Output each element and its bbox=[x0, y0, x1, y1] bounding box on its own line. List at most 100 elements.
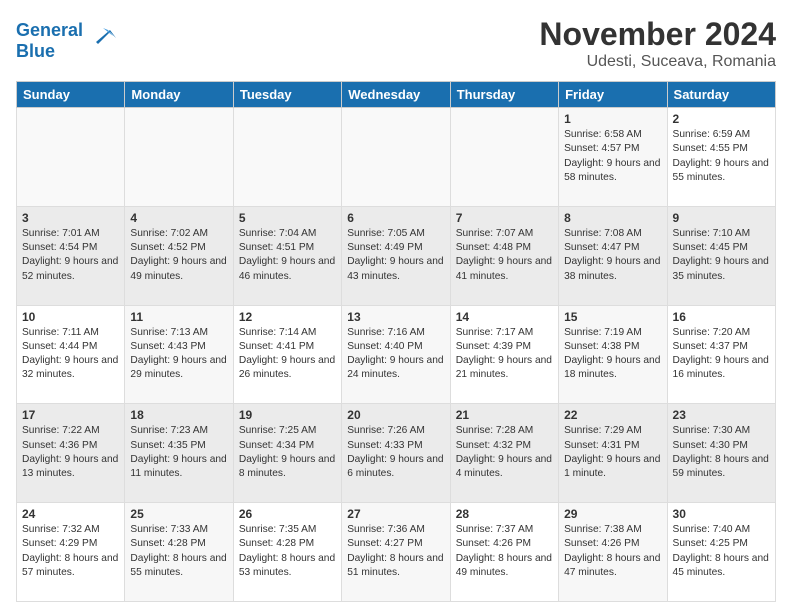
week-row-4: 17 Sunrise: 7:22 AM Sunset: 4:36 PM Dayli… bbox=[17, 404, 776, 503]
day-info: Sunrise: 7:08 AM Sunset: 4:47 PM Dayligh… bbox=[564, 227, 661, 284]
calendar-cell: 28 Sunrise: 7:37 AM Sunset: 4:26 PM Dayli… bbox=[450, 503, 558, 602]
calendar-cell: 23 Sunrise: 7:30 AM Sunset: 4:30 PM Dayli… bbox=[667, 404, 775, 503]
day-info: Sunrise: 7:25 AM Sunset: 4:34 PM Dayligh… bbox=[239, 424, 336, 481]
day-number: 8 bbox=[564, 211, 661, 225]
day-number: 18 bbox=[130, 408, 227, 422]
calendar-cell: 2 Sunrise: 6:59 AM Sunset: 4:55 PM Daylig… bbox=[667, 108, 775, 207]
day-info: Sunrise: 7:30 AM Sunset: 4:30 PM Dayligh… bbox=[673, 424, 770, 481]
title-section: November 2024 Udesti, Suceava, Romania bbox=[539, 16, 776, 71]
day-info: Sunrise: 7:28 AM Sunset: 4:32 PM Dayligh… bbox=[456, 424, 553, 481]
day-info: Sunrise: 7:33 AM Sunset: 4:28 PM Dayligh… bbox=[130, 523, 227, 580]
subtitle: Udesti, Suceava, Romania bbox=[539, 53, 776, 71]
calendar-cell: 14 Sunrise: 7:17 AM Sunset: 4:39 PM Dayli… bbox=[450, 305, 558, 404]
logo-content: General Blue bbox=[16, 20, 118, 61]
calendar-cell: 10Sunrise: 7:11 AM Sunset: 4:44 PM Dayli… bbox=[17, 305, 125, 404]
calendar-cell: 11 Sunrise: 7:13 AM Sunset: 4:43 PM Dayli… bbox=[125, 305, 233, 404]
calendar-cell: 7Sunrise: 7:07 AM Sunset: 4:48 PM Daylig… bbox=[450, 206, 558, 305]
col-wednesday: Wednesday bbox=[342, 82, 450, 108]
calendar-cell: 22 Sunrise: 7:29 AM Sunset: 4:31 PM Dayli… bbox=[559, 404, 667, 503]
day-number: 29 bbox=[564, 507, 661, 521]
col-thursday: Thursday bbox=[450, 82, 558, 108]
calendar-cell bbox=[450, 108, 558, 207]
day-info: Sunrise: 7:22 AM Sunset: 4:36 PM Dayligh… bbox=[22, 424, 119, 481]
calendar-cell bbox=[233, 108, 341, 207]
calendar-cell: 15Sunrise: 7:19 AM Sunset: 4:38 PM Dayli… bbox=[559, 305, 667, 404]
calendar-cell bbox=[17, 108, 125, 207]
calendar-cell: 18 Sunrise: 7:23 AM Sunset: 4:35 PM Dayli… bbox=[125, 404, 233, 503]
day-number: 2 bbox=[673, 112, 770, 126]
day-info: Sunrise: 7:36 AM Sunset: 4:27 PM Dayligh… bbox=[347, 523, 444, 580]
calendar-cell: 8 Sunrise: 7:08 AM Sunset: 4:47 PM Daylig… bbox=[559, 206, 667, 305]
day-info: Sunrise: 7:14 AM Sunset: 4:41 PM Dayligh… bbox=[239, 326, 336, 383]
day-number: 25 bbox=[130, 507, 227, 521]
week-row-5: 24 Sunrise: 7:32 AM Sunset: 4:29 PM Dayli… bbox=[17, 503, 776, 602]
day-number: 9 bbox=[673, 211, 770, 225]
day-info: Sunrise: 7:29 AM Sunset: 4:31 PM Dayligh… bbox=[564, 424, 661, 481]
day-info: Sunrise: 7:01 AM Sunset: 4:54 PM Dayligh… bbox=[22, 227, 119, 284]
day-number: 17 bbox=[22, 408, 119, 422]
col-tuesday: Tuesday bbox=[233, 82, 341, 108]
calendar-cell: 25 Sunrise: 7:33 AM Sunset: 4:28 PM Dayli… bbox=[125, 503, 233, 602]
calendar-cell: 17 Sunrise: 7:22 AM Sunset: 4:36 PM Dayli… bbox=[17, 404, 125, 503]
day-number: 30 bbox=[673, 507, 770, 521]
day-info: Sunrise: 7:38 AM Sunset: 4:26 PM Dayligh… bbox=[564, 523, 661, 580]
calendar-cell: 6 Sunrise: 7:05 AM Sunset: 4:49 PM Daylig… bbox=[342, 206, 450, 305]
calendar-cell: 26 Sunrise: 7:35 AM Sunset: 4:28 PM Dayli… bbox=[233, 503, 341, 602]
logo-text: General Blue bbox=[16, 20, 83, 61]
day-number: 11 bbox=[130, 310, 227, 324]
day-number: 24 bbox=[22, 507, 119, 521]
day-info: Sunrise: 7:35 AM Sunset: 4:28 PM Dayligh… bbox=[239, 523, 336, 580]
day-number: 13 bbox=[347, 310, 444, 324]
day-number: 14 bbox=[456, 310, 553, 324]
calendar-cell: 13 Sunrise: 7:16 AM Sunset: 4:40 PM Dayli… bbox=[342, 305, 450, 404]
day-info: Sunrise: 6:58 AM Sunset: 4:57 PM Dayligh… bbox=[564, 128, 661, 185]
day-info: Sunrise: 7:17 AM Sunset: 4:39 PM Dayligh… bbox=[456, 326, 553, 383]
day-info: Sunrise: 7:16 AM Sunset: 4:40 PM Dayligh… bbox=[347, 326, 444, 383]
calendar-cell: 27 Sunrise: 7:36 AM Sunset: 4:27 PM Dayli… bbox=[342, 503, 450, 602]
week-row-2: 3 Sunrise: 7:01 AM Sunset: 4:54 PM Daylig… bbox=[17, 206, 776, 305]
day-number: 19 bbox=[239, 408, 336, 422]
calendar-cell: 16 Sunrise: 7:20 AM Sunset: 4:37 PM Dayli… bbox=[667, 305, 775, 404]
day-info: Sunrise: 7:23 AM Sunset: 4:35 PM Dayligh… bbox=[130, 424, 227, 481]
week-row-1: 1 Sunrise: 6:58 AM Sunset: 4:57 PM Daylig… bbox=[17, 108, 776, 207]
calendar-cell: 4Sunrise: 7:02 AM Sunset: 4:52 PM Daylig… bbox=[125, 206, 233, 305]
logo-general: General bbox=[16, 20, 83, 40]
day-number: 21 bbox=[456, 408, 553, 422]
day-info: Sunrise: 7:19 AM Sunset: 4:38 PM Dayligh… bbox=[564, 326, 661, 383]
logo-icon bbox=[88, 20, 118, 55]
day-number: 22 bbox=[564, 408, 661, 422]
day-info: Sunrise: 6:59 AM Sunset: 4:55 PM Dayligh… bbox=[673, 128, 770, 185]
day-number: 23 bbox=[673, 408, 770, 422]
day-number: 3 bbox=[22, 211, 119, 225]
day-number: 28 bbox=[456, 507, 553, 521]
day-number: 20 bbox=[347, 408, 444, 422]
day-number: 27 bbox=[347, 507, 444, 521]
col-friday: Friday bbox=[559, 82, 667, 108]
day-info: Sunrise: 7:26 AM Sunset: 4:33 PM Dayligh… bbox=[347, 424, 444, 481]
day-info: Sunrise: 7:13 AM Sunset: 4:43 PM Dayligh… bbox=[130, 326, 227, 383]
day-info: Sunrise: 7:20 AM Sunset: 4:37 PM Dayligh… bbox=[673, 326, 770, 383]
calendar-cell: 9 Sunrise: 7:10 AM Sunset: 4:45 PM Daylig… bbox=[667, 206, 775, 305]
day-info: Sunrise: 7:32 AM Sunset: 4:29 PM Dayligh… bbox=[22, 523, 119, 580]
col-sunday: Sunday bbox=[17, 82, 125, 108]
page: General Blue November 2024 Udesti, Sucea… bbox=[0, 0, 792, 612]
day-info: Sunrise: 7:05 AM Sunset: 4:49 PM Dayligh… bbox=[347, 227, 444, 284]
header-row: Sunday Monday Tuesday Wednesday Thursday… bbox=[17, 82, 776, 108]
calendar-cell: 20 Sunrise: 7:26 AM Sunset: 4:33 PM Dayli… bbox=[342, 404, 450, 503]
day-number: 6 bbox=[347, 211, 444, 225]
calendar-table: Sunday Monday Tuesday Wednesday Thursday… bbox=[16, 81, 776, 602]
day-number: 1 bbox=[564, 112, 661, 126]
day-number: 16 bbox=[673, 310, 770, 324]
day-info: Sunrise: 7:37 AM Sunset: 4:26 PM Dayligh… bbox=[456, 523, 553, 580]
day-number: 7 bbox=[456, 211, 553, 225]
day-info: Sunrise: 7:40 AM Sunset: 4:25 PM Dayligh… bbox=[673, 523, 770, 580]
week-row-3: 10Sunrise: 7:11 AM Sunset: 4:44 PM Dayli… bbox=[17, 305, 776, 404]
col-saturday: Saturday bbox=[667, 82, 775, 108]
calendar-cell: 30 Sunrise: 7:40 AM Sunset: 4:25 PM Dayli… bbox=[667, 503, 775, 602]
calendar-cell: 12 Sunrise: 7:14 AM Sunset: 4:41 PM Dayli… bbox=[233, 305, 341, 404]
calendar-cell: 5Sunrise: 7:04 AM Sunset: 4:51 PM Daylig… bbox=[233, 206, 341, 305]
day-info: Sunrise: 7:10 AM Sunset: 4:45 PM Dayligh… bbox=[673, 227, 770, 284]
day-info: Sunrise: 7:02 AM Sunset: 4:52 PM Dayligh… bbox=[130, 227, 227, 284]
day-number: 26 bbox=[239, 507, 336, 521]
day-number: 12 bbox=[239, 310, 336, 324]
